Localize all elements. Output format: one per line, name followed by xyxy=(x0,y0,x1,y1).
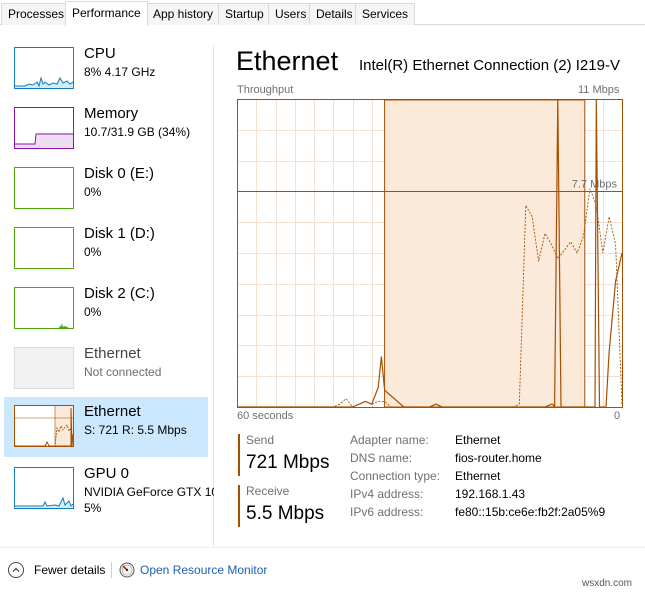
disk-0-mini-graph xyxy=(14,167,74,209)
disk-0-usage: 0% xyxy=(84,185,102,199)
adapter-title: Intel(R) Ethernet Connection (2) I219-V xyxy=(359,57,620,74)
footer-separator xyxy=(111,562,112,578)
adapter-name-value: Ethernet xyxy=(455,433,501,447)
sidebar-item-gpu-0[interactable]: GPU 0 NVIDIA GeForce GTX 108 5% xyxy=(4,459,214,519)
open-resource-monitor-label: Open Resource Monitor xyxy=(140,563,268,577)
ethernet-disconnected-mini-graph xyxy=(14,347,74,389)
cpu-label: CPU xyxy=(84,45,116,62)
throughput-chart: 7.7 Mbps xyxy=(237,98,623,409)
sidebar-divider xyxy=(213,46,214,546)
ipv6-label: IPv6 address: xyxy=(350,505,424,519)
ethernet-active-rates: S: 721 R: 5.5 Mbps xyxy=(84,423,187,437)
ethernet-active-label: Ethernet xyxy=(84,403,141,420)
graph-zero-label: 0 xyxy=(614,410,621,422)
connection-type-value: Ethernet xyxy=(455,469,501,483)
graph-max-label: 11 Mbps xyxy=(578,84,620,96)
sidebar-item-disk-1[interactable]: Disk 1 (D:) 0% xyxy=(4,219,208,279)
tab-app-history[interactable]: App history xyxy=(146,3,221,25)
receive-value: 5.5 Mbps xyxy=(246,503,325,524)
memory-usage: 10.7/31.9 GB (34%) xyxy=(84,125,191,139)
tab-details[interactable]: Details xyxy=(309,3,360,25)
send-label: Send xyxy=(246,433,275,447)
connection-type-label: Connection type: xyxy=(350,469,441,483)
sidebar-item-memory[interactable]: Memory 10.7/31.9 GB (34%) xyxy=(4,99,208,159)
disk-2-usage: 0% xyxy=(84,305,102,319)
cpu-mini-graph xyxy=(14,47,74,89)
footer-divider xyxy=(0,547,645,548)
adapter-name-label: Adapter name: xyxy=(350,433,429,447)
gpu-label: GPU 0 xyxy=(84,465,130,482)
receive-label: Receive xyxy=(246,484,290,498)
gpu-usage: 5% xyxy=(84,501,102,515)
throughput-graph: 7.7 Mbps xyxy=(237,98,623,409)
ethernet-disconnected-label: Ethernet xyxy=(84,345,141,362)
disk-1-usage: 0% xyxy=(84,245,102,259)
graph-marker-label: 7.7 Mbps xyxy=(572,179,618,191)
dns-name-label: DNS name: xyxy=(350,451,413,465)
disk-2-label: Disk 2 (C:) xyxy=(84,285,155,302)
gpu-mini-graph xyxy=(14,467,74,509)
sidebar-item-disk-2[interactable]: Disk 2 (C:) 0% xyxy=(4,279,208,339)
tab-processes[interactable]: Processes xyxy=(1,3,72,25)
tab-bar: Processes Performance App history Startu… xyxy=(0,0,645,26)
dns-name-value: fios-router.home xyxy=(455,451,542,465)
ethernet-mini-graph xyxy=(14,405,74,447)
fewer-details-label: Fewer details xyxy=(34,563,106,577)
ipv4-label: IPv4 address: xyxy=(350,487,424,501)
tab-users[interactable]: Users xyxy=(268,3,314,25)
chevron-up-icon xyxy=(8,562,24,578)
gpu-model: NVIDIA GeForce GTX 108 xyxy=(84,485,214,499)
send-value: 721 Mbps xyxy=(246,452,330,473)
sidebar-item-cpu[interactable]: CPU 8% 4.17 GHz xyxy=(4,39,208,99)
ipv4-value: 192.168.1.43 xyxy=(455,487,526,501)
tab-startup[interactable]: Startup xyxy=(218,3,271,25)
tab-services[interactable]: Services xyxy=(355,3,416,25)
disk-1-label: Disk 1 (D:) xyxy=(84,225,155,242)
disk-0-label: Disk 0 (E:) xyxy=(84,165,155,182)
ipv6-value: fe80::15b:ce6e:fb2f:2a05%9 xyxy=(455,505,606,519)
sidebar-item-ethernet-disconnected[interactable]: Ethernet Not connected xyxy=(4,339,208,399)
cpu-usage: 8% 4.17 GHz xyxy=(84,65,156,79)
resource-monitor-icon xyxy=(119,562,135,578)
sidebar-item-ethernet-active[interactable]: Ethernet S: 721 R: 5.5 Mbps xyxy=(4,397,208,457)
sidebar-item-disk-0[interactable]: Disk 0 (E:) 0% xyxy=(4,159,208,219)
disk-2-mini-graph xyxy=(14,287,74,329)
tab-performance[interactable]: Performance xyxy=(65,1,148,26)
memory-label: Memory xyxy=(84,105,139,122)
ethernet-disconnected-status: Not connected xyxy=(84,365,162,379)
memory-mini-graph xyxy=(14,107,74,149)
send-indicator xyxy=(238,434,240,476)
disk-1-mini-graph xyxy=(14,227,74,269)
receive-indicator xyxy=(238,485,240,527)
page-title: Ethernet xyxy=(236,46,339,76)
graph-time-label: 60 seconds xyxy=(237,410,294,422)
graph-title-label: Throughput xyxy=(237,84,294,96)
watermark: wsxdn.com xyxy=(582,578,633,589)
